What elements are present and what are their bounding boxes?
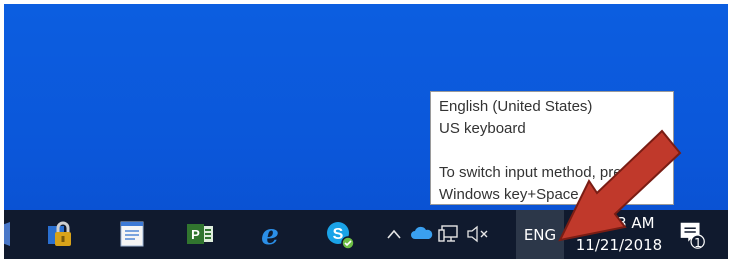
input-language-button[interactable]: ENG xyxy=(516,210,564,259)
clock[interactable]: 11:33 AM 11/21/2018 xyxy=(574,212,664,257)
volume-muted-icon[interactable] xyxy=(466,225,490,243)
project-icon[interactable]: P xyxy=(184,218,216,250)
skype-icon[interactable]: S xyxy=(324,218,356,250)
chevron-up-icon[interactable] xyxy=(386,227,402,241)
tooltip-keyboard: US keyboard xyxy=(439,120,526,137)
notepad-icon[interactable] xyxy=(116,218,148,250)
desktop: English (United States) US keyboard To s… xyxy=(4,4,728,259)
clock-date: 11/21/2018 xyxy=(575,236,663,254)
svg-text:P: P xyxy=(191,227,200,242)
network-icon[interactable] xyxy=(438,224,460,244)
notification-count-badge: 1 xyxy=(694,236,702,250)
lock-app-icon[interactable] xyxy=(44,218,76,250)
app-icon[interactable] xyxy=(4,218,18,250)
tooltip-hint-line2: Windows key+Space xyxy=(439,186,579,203)
onedrive-cloud-icon[interactable] xyxy=(410,225,434,241)
taskbar: P e S ENG 11:33 AM 11/21/2018 1 xyxy=(4,210,728,259)
edge-icon[interactable]: e xyxy=(254,218,286,250)
svg-text:e: e xyxy=(261,218,279,250)
tooltip-hint-line1: To switch input method, press xyxy=(439,164,637,181)
tooltip-language: English (United States) xyxy=(439,98,593,115)
clock-time: 11:33 AM xyxy=(583,214,655,232)
input-language-tooltip: English (United States) US keyboard To s… xyxy=(430,91,674,205)
